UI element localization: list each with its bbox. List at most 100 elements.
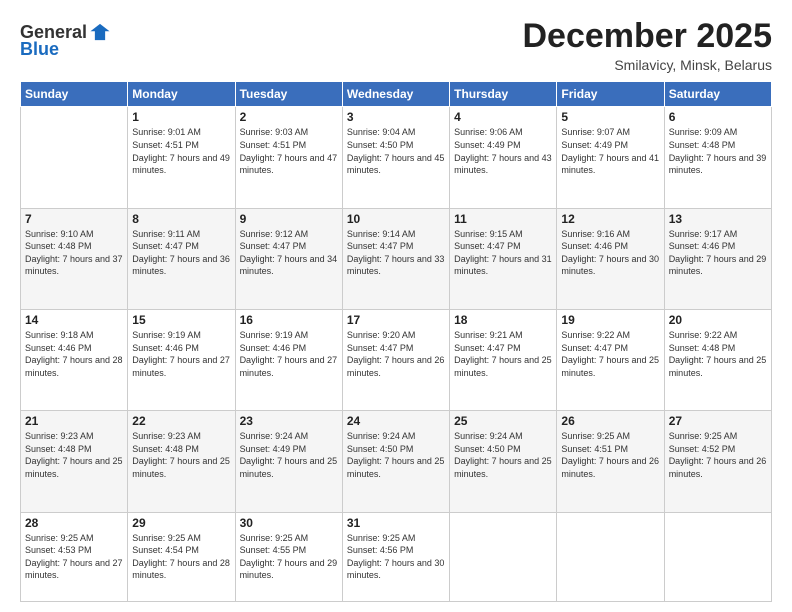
day-info: Sunrise: 9:10 AMSunset: 4:48 PMDaylight:…: [25, 228, 123, 278]
day-info: Sunrise: 9:16 AMSunset: 4:46 PMDaylight:…: [561, 228, 659, 278]
day-info: Sunrise: 9:19 AMSunset: 4:46 PMDaylight:…: [240, 329, 338, 379]
day-number: 20: [669, 313, 767, 327]
month-title: December 2025: [522, 18, 772, 55]
weekday-header-sunday: Sunday: [21, 82, 128, 107]
calendar-cell: 25Sunrise: 9:24 AMSunset: 4:50 PMDayligh…: [450, 411, 557, 512]
day-info: Sunrise: 9:23 AMSunset: 4:48 PMDaylight:…: [25, 430, 123, 480]
calendar-cell: [450, 512, 557, 601]
calendar-cell: 7 Sunrise: 9:10 AMSunset: 4:48 PMDaylight…: [21, 208, 128, 309]
title-block: December 2025 Smilavicy, Minsk, Belarus: [522, 18, 772, 73]
day-number: 17: [347, 313, 445, 327]
calendar-cell: 16Sunrise: 9:19 AMSunset: 4:46 PMDayligh…: [235, 309, 342, 410]
day-info: Sunrise: 9:07 AMSunset: 4:49 PMDaylight:…: [561, 126, 659, 176]
day-number: 21: [25, 414, 123, 428]
day-number: 9: [240, 212, 338, 226]
day-info: Sunrise: 9:24 AMSunset: 4:50 PMDaylight:…: [347, 430, 445, 480]
day-info: Sunrise: 9:04 AMSunset: 4:50 PMDaylight:…: [347, 126, 445, 176]
calendar-cell: 3Sunrise: 9:04 AMSunset: 4:50 PMDaylight…: [342, 107, 449, 208]
calendar-cell: 9 Sunrise: 9:12 AMSunset: 4:47 PMDaylight…: [235, 208, 342, 309]
day-info: Sunrise: 9:22 AMSunset: 4:48 PMDaylight:…: [669, 329, 767, 379]
day-info: Sunrise: 9:25 AMSunset: 4:54 PMDaylight:…: [132, 532, 230, 582]
day-number: 22: [132, 414, 230, 428]
day-number: 8: [132, 212, 230, 226]
calendar-cell: 10 Sunrise: 9:14 AMSunset: 4:47 PMDayligh…: [342, 208, 449, 309]
calendar-cell: 26 Sunrise: 9:25 AMSunset: 4:51 PMDayligh…: [557, 411, 664, 512]
day-number: 11: [454, 212, 552, 226]
logo-icon: [89, 21, 111, 43]
calendar-cell: 14 Sunrise: 9:18 AMSunset: 4:46 PMDayligh…: [21, 309, 128, 410]
weekday-header-friday: Friday: [557, 82, 664, 107]
day-number: 5: [561, 110, 659, 124]
week-row-1: 1 Sunrise: 9:01 AMSunset: 4:51 PMDaylight…: [21, 107, 772, 208]
day-number: 18: [454, 313, 552, 327]
day-info: Sunrise: 9:14 AMSunset: 4:47 PMDaylight:…: [347, 228, 445, 278]
calendar-cell: 13 Sunrise: 9:17 AMSunset: 4:46 PMDayligh…: [664, 208, 771, 309]
day-number: 13: [669, 212, 767, 226]
calendar-cell: 8 Sunrise: 9:11 AMSunset: 4:47 PMDaylight…: [128, 208, 235, 309]
day-info: Sunrise: 9:06 AMSunset: 4:49 PMDaylight:…: [454, 126, 552, 176]
calendar-cell: 28 Sunrise: 9:25 AMSunset: 4:53 PMDayligh…: [21, 512, 128, 601]
calendar-cell: 21 Sunrise: 9:23 AMSunset: 4:48 PMDayligh…: [21, 411, 128, 512]
day-number: 4: [454, 110, 552, 124]
calendar-cell: 27Sunrise: 9:25 AMSunset: 4:52 PMDayligh…: [664, 411, 771, 512]
calendar-cell: 22 Sunrise: 9:23 AMSunset: 4:48 PMDayligh…: [128, 411, 235, 512]
weekday-header-row: SundayMondayTuesdayWednesdayThursdayFrid…: [21, 82, 772, 107]
day-info: Sunrise: 9:09 AMSunset: 4:48 PMDaylight:…: [669, 126, 767, 176]
day-number: 28: [25, 516, 123, 530]
calendar-cell: [21, 107, 128, 208]
day-info: Sunrise: 9:25 AMSunset: 4:51 PMDaylight:…: [561, 430, 659, 480]
calendar-cell: 1 Sunrise: 9:01 AMSunset: 4:51 PMDaylight…: [128, 107, 235, 208]
day-info: Sunrise: 9:17 AMSunset: 4:46 PMDaylight:…: [669, 228, 767, 278]
day-number: 1: [132, 110, 230, 124]
day-info: Sunrise: 9:24 AMSunset: 4:50 PMDaylight:…: [454, 430, 552, 480]
calendar-cell: 20 Sunrise: 9:22 AMSunset: 4:48 PMDayligh…: [664, 309, 771, 410]
calendar-cell: 19Sunrise: 9:22 AMSunset: 4:47 PMDayligh…: [557, 309, 664, 410]
calendar-cell: 15 Sunrise: 9:19 AMSunset: 4:46 PMDayligh…: [128, 309, 235, 410]
day-info: Sunrise: 9:19 AMSunset: 4:46 PMDaylight:…: [132, 329, 230, 379]
day-info: Sunrise: 9:25 AMSunset: 4:56 PMDaylight:…: [347, 532, 445, 582]
weekday-header-thursday: Thursday: [450, 82, 557, 107]
calendar-cell: 24 Sunrise: 9:24 AMSunset: 4:50 PMDayligh…: [342, 411, 449, 512]
calendar-cell: 30 Sunrise: 9:25 AMSunset: 4:55 PMDayligh…: [235, 512, 342, 601]
day-info: Sunrise: 9:23 AMSunset: 4:48 PMDaylight:…: [132, 430, 230, 480]
day-info: Sunrise: 9:21 AMSunset: 4:47 PMDaylight:…: [454, 329, 552, 379]
day-info: Sunrise: 9:25 AMSunset: 4:53 PMDaylight:…: [25, 532, 123, 582]
weekday-header-wednesday: Wednesday: [342, 82, 449, 107]
day-info: Sunrise: 9:18 AMSunset: 4:46 PMDaylight:…: [25, 329, 123, 379]
day-number: 15: [132, 313, 230, 327]
day-number: 27: [669, 414, 767, 428]
calendar-cell: 5 Sunrise: 9:07 AMSunset: 4:49 PMDaylight…: [557, 107, 664, 208]
day-number: 12: [561, 212, 659, 226]
week-row-4: 21 Sunrise: 9:23 AMSunset: 4:48 PMDayligh…: [21, 411, 772, 512]
weekday-header-monday: Monday: [128, 82, 235, 107]
week-row-3: 14 Sunrise: 9:18 AMSunset: 4:46 PMDayligh…: [21, 309, 772, 410]
day-number: 31: [347, 516, 445, 530]
day-number: 10: [347, 212, 445, 226]
day-info: Sunrise: 9:20 AMSunset: 4:47 PMDaylight:…: [347, 329, 445, 379]
day-info: Sunrise: 9:25 AMSunset: 4:55 PMDaylight:…: [240, 532, 338, 582]
calendar-cell: 4 Sunrise: 9:06 AMSunset: 4:49 PMDaylight…: [450, 107, 557, 208]
calendar-cell: [557, 512, 664, 601]
day-info: Sunrise: 9:24 AMSunset: 4:49 PMDaylight:…: [240, 430, 338, 480]
day-number: 14: [25, 313, 123, 327]
day-number: 2: [240, 110, 338, 124]
calendar-page: General Blue December 2025 Smilavicy, Mi…: [0, 0, 792, 612]
day-info: Sunrise: 9:12 AMSunset: 4:47 PMDaylight:…: [240, 228, 338, 278]
calendar-cell: 2Sunrise: 9:03 AMSunset: 4:51 PMDaylight…: [235, 107, 342, 208]
calendar-cell: [664, 512, 771, 601]
day-number: 23: [240, 414, 338, 428]
day-number: 26: [561, 414, 659, 428]
location: Smilavicy, Minsk, Belarus: [522, 57, 772, 73]
calendar-cell: 18 Sunrise: 9:21 AMSunset: 4:47 PMDayligh…: [450, 309, 557, 410]
day-number: 30: [240, 516, 338, 530]
day-number: 7: [25, 212, 123, 226]
week-row-2: 7 Sunrise: 9:10 AMSunset: 4:48 PMDaylight…: [21, 208, 772, 309]
day-number: 24: [347, 414, 445, 428]
day-info: Sunrise: 9:15 AMSunset: 4:47 PMDaylight:…: [454, 228, 552, 278]
day-info: Sunrise: 9:11 AMSunset: 4:47 PMDaylight:…: [132, 228, 230, 278]
calendar-cell: 6Sunrise: 9:09 AMSunset: 4:48 PMDaylight…: [664, 107, 771, 208]
day-info: Sunrise: 9:01 AMSunset: 4:51 PMDaylight:…: [132, 126, 230, 176]
header: General Blue December 2025 Smilavicy, Mi…: [20, 18, 772, 73]
calendar-cell: 12 Sunrise: 9:16 AMSunset: 4:46 PMDayligh…: [557, 208, 664, 309]
day-info: Sunrise: 9:22 AMSunset: 4:47 PMDaylight:…: [561, 329, 659, 379]
